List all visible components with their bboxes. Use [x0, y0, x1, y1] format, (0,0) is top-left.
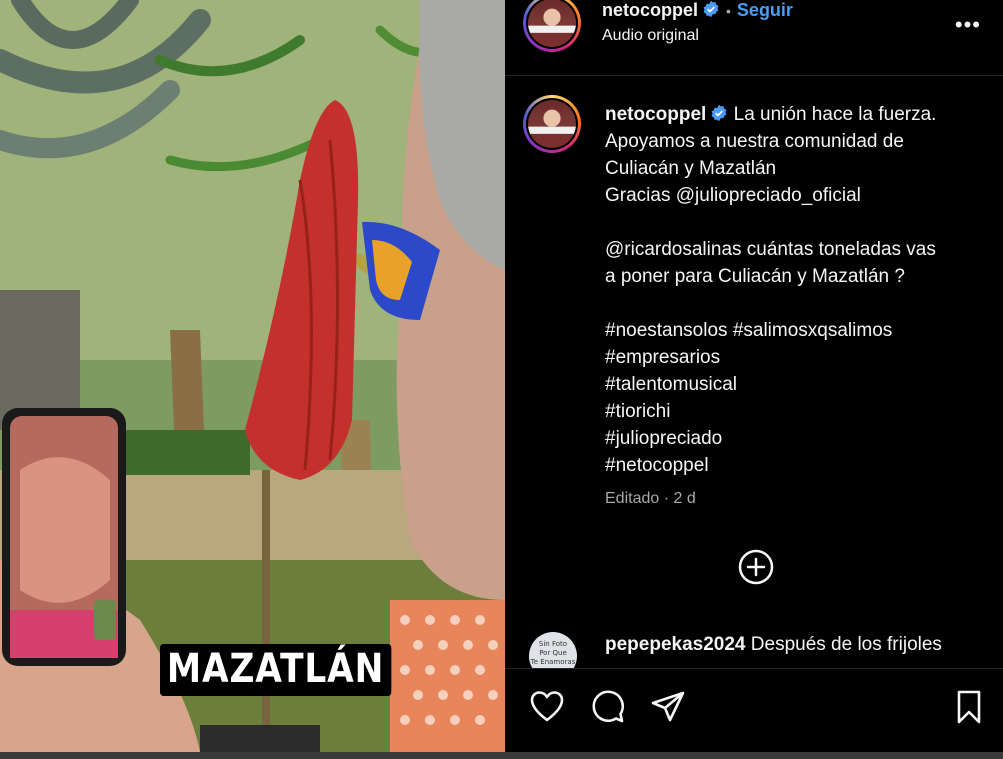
- verified-badge-icon: [703, 0, 719, 18]
- commenter-avatar[interactable]: Sin Foto Por Que Te Enamoras: [529, 632, 577, 668]
- caption-author-avatar[interactable]: [523, 95, 581, 153]
- hashtag-link[interactable]: #juliopreciado: [605, 425, 985, 452]
- reel-video[interactable]: MAZATLÁN: [0, 0, 505, 752]
- author-avatar[interactable]: [523, 0, 581, 52]
- header-username[interactable]: netocoppel: [602, 0, 698, 20]
- audio-label[interactable]: Audio original: [602, 27, 793, 45]
- edited-timestamp: Editado · 2 d: [605, 490, 696, 507]
- video-frame-illustration: [0, 0, 505, 752]
- comment-row: Sin Foto Por Que Te Enamoras pepepekas20…: [505, 630, 1003, 668]
- add-circle-icon[interactable]: [738, 549, 774, 585]
- comment-text: Después de los frijoles: [750, 634, 942, 655]
- caption-mention-line[interactable]: Gracias @juliopreciado_oficial: [605, 182, 985, 209]
- caption-line: Culiacán y Mazatlán: [605, 158, 777, 179]
- commenter-username[interactable]: pepepekas2024: [605, 634, 746, 655]
- hashtag-link[interactable]: #empresarios: [605, 344, 985, 371]
- comment-icon[interactable]: [590, 689, 626, 725]
- post-panel: netocoppel • Seguir Audio original ••• net…: [505, 0, 1003, 752]
- share-icon[interactable]: [650, 689, 686, 725]
- caption-line: La unión hace la fuerza.: [733, 104, 937, 125]
- header-separator: •: [726, 3, 731, 19]
- verified-badge-icon: [711, 104, 727, 122]
- post-caption: netocoppel La unión hace la fuerza. Apoy…: [605, 101, 985, 479]
- post-header: netocoppel • Seguir Audio original •••: [505, 0, 1003, 76]
- hashtag-link[interactable]: #tiorichi: [605, 398, 985, 425]
- action-bar: [505, 668, 1003, 752]
- caption-line: Apoyamos a nuestra comunidad de: [605, 131, 904, 152]
- caption-line: a poner para Culiacán y Mazatlán ?: [605, 266, 905, 287]
- hashtag-link[interactable]: #talentomusical: [605, 371, 985, 398]
- caption-mention-line[interactable]: @ricardosalinas cuántas toneladas vas: [605, 236, 985, 263]
- video-caption: MAZATLÁN: [160, 644, 392, 696]
- hashtag-line[interactable]: #noestansolos #salimosxqsalimos: [605, 317, 985, 344]
- more-horizontal-icon[interactable]: •••: [955, 12, 981, 38]
- window-bottom-edge: [0, 752, 1003, 759]
- follow-button[interactable]: Seguir: [737, 0, 793, 20]
- hashtag-link[interactable]: #netocoppel: [605, 452, 985, 479]
- bookmark-icon[interactable]: [951, 689, 987, 725]
- heart-icon[interactable]: [529, 689, 565, 725]
- caption-username[interactable]: netocoppel: [605, 104, 706, 125]
